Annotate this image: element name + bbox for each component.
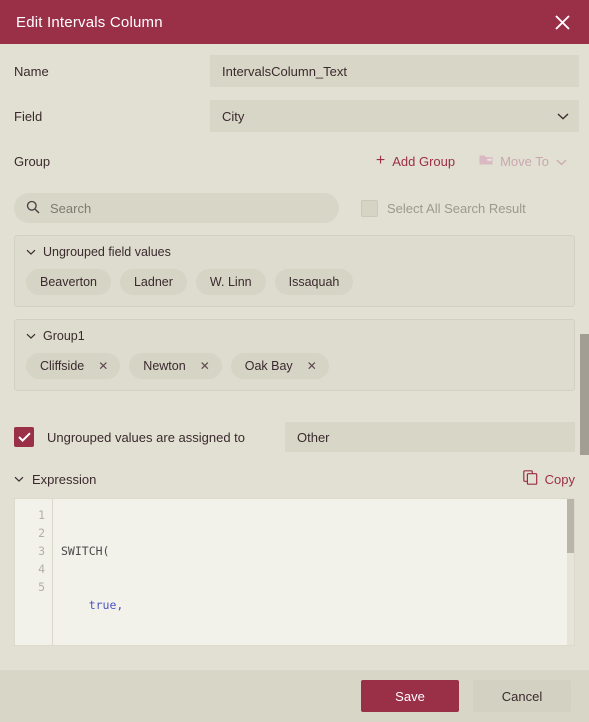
value-chip[interactable]: Beaverton bbox=[26, 269, 111, 295]
panel-header[interactable]: Ungrouped field values bbox=[26, 245, 563, 259]
chevron-down-icon bbox=[26, 249, 36, 256]
remove-chip-icon[interactable]: ✕ bbox=[304, 360, 320, 372]
add-group-label: Add Group bbox=[392, 153, 456, 169]
name-label: Name bbox=[14, 63, 49, 79]
select-all-checkbox[interactable] bbox=[361, 199, 378, 217]
expression-title[interactable]: Expression bbox=[14, 472, 96, 487]
remove-chip-icon[interactable]: ✕ bbox=[197, 360, 213, 372]
select-all-label: Select All Search Result bbox=[387, 200, 526, 216]
line-number: 2 bbox=[38, 526, 45, 540]
group-actions: + Add Group Move To bbox=[210, 145, 579, 177]
editor-scrollbar[interactable] bbox=[567, 499, 574, 645]
editor-scrollbar-thumb[interactable] bbox=[567, 499, 574, 553]
chip-list: Beaverton Ladner W. Linn Issaquah bbox=[26, 269, 563, 295]
code-line: true, bbox=[61, 596, 574, 614]
save-button[interactable]: Save bbox=[361, 680, 459, 712]
line-number: 3 bbox=[38, 544, 45, 558]
search-row: Search Select All Search Result bbox=[0, 193, 589, 223]
group-label: Group bbox=[14, 153, 51, 169]
copy-icon bbox=[522, 470, 538, 488]
value-chip[interactable]: Issaquah bbox=[274, 269, 354, 295]
add-group-button[interactable]: + Add Group bbox=[364, 148, 467, 174]
plus-icon: + bbox=[375, 152, 386, 169]
chevron-down-icon bbox=[557, 109, 569, 124]
field-select[interactable]: City bbox=[210, 100, 579, 132]
chip-list: Cliffside ✕ Newton ✕ Oak Bay ✕ bbox=[26, 353, 563, 379]
dialog-titlebar: Edit Intervals Column bbox=[0, 0, 589, 44]
panel-ungrouped: Ungrouped field values Beaverton Ladner … bbox=[14, 235, 575, 307]
editor-code[interactable]: SWITCH( true, In ('CustomerOrders'[City]… bbox=[53, 499, 574, 645]
code-line: SWITCH( bbox=[61, 542, 574, 560]
dialog-footer: Save Cancel bbox=[0, 670, 589, 722]
copy-button[interactable]: Copy bbox=[522, 470, 575, 488]
search-placeholder: Search bbox=[50, 200, 92, 216]
ungrouped-assign-checkbox[interactable] bbox=[14, 427, 34, 447]
code-line-1: SWITCH( bbox=[61, 544, 110, 558]
value-chip[interactable]: Oak Bay ✕ bbox=[230, 353, 329, 379]
chevron-down-icon bbox=[26, 333, 36, 340]
panel-group1: Group1 Cliffside ✕ Newton ✕ Oak Bay ✕ bbox=[14, 319, 575, 391]
chevron-down-icon bbox=[556, 154, 567, 169]
move-to-button[interactable]: Move To bbox=[467, 149, 579, 174]
line-number: 5 bbox=[38, 580, 45, 594]
value-chip[interactable]: W. Linn bbox=[195, 269, 266, 295]
group-row: Group + Add Group Move To bbox=[0, 143, 589, 179]
expression-editor[interactable]: 1 2 3 4 5 SWITCH( true, In ('CustomerOrd… bbox=[14, 498, 575, 646]
value-chip-label: Oak Bay bbox=[244, 359, 293, 373]
ungrouped-assign-row: Ungrouped values are assigned to Other bbox=[0, 422, 589, 452]
search-input[interactable]: Search bbox=[14, 193, 339, 223]
field-label: Field bbox=[14, 108, 43, 124]
value-chip[interactable]: Newton ✕ bbox=[129, 353, 222, 379]
editor-gutter: 1 2 3 4 5 bbox=[15, 499, 53, 645]
select-all-search-result[interactable]: Select All Search Result bbox=[361, 199, 526, 217]
remove-chip-icon[interactable]: ✕ bbox=[95, 360, 111, 372]
field-row: Field City bbox=[0, 98, 589, 134]
line-number: 1 bbox=[38, 508, 45, 522]
name-row: Name IntervalsColumn_Text bbox=[0, 53, 589, 89]
chevron-down-icon bbox=[14, 476, 24, 483]
expression-header: Expression Copy bbox=[0, 470, 589, 488]
line-number: 4 bbox=[38, 562, 45, 576]
value-chip[interactable]: Cliffside ✕ bbox=[26, 353, 121, 379]
panel-header[interactable]: Group1 bbox=[26, 329, 563, 343]
dialog-title: Edit Intervals Column bbox=[16, 13, 163, 31]
code-line-2: true, bbox=[61, 598, 124, 612]
value-chip-label: Newton bbox=[143, 359, 186, 373]
dialog-body: Name IntervalsColumn_Text Field City Gro… bbox=[0, 44, 589, 670]
value-chip[interactable]: Ladner bbox=[119, 269, 187, 295]
values-scrollbar[interactable] bbox=[580, 230, 589, 455]
field-select-value: City bbox=[222, 108, 245, 124]
move-to-icon bbox=[479, 154, 493, 169]
move-to-label: Move To bbox=[500, 153, 549, 169]
search-icon bbox=[26, 200, 40, 217]
group-panels: Ungrouped field values Beaverton Ladner … bbox=[0, 235, 589, 391]
ungrouped-assign-input[interactable]: Other bbox=[285, 422, 575, 452]
expression-title-label: Expression bbox=[32, 471, 97, 487]
name-input[interactable]: IntervalsColumn_Text bbox=[210, 55, 579, 87]
cancel-button[interactable]: Cancel bbox=[473, 680, 571, 712]
panel-title: Ungrouped field values bbox=[43, 245, 171, 259]
values-scrollbar-thumb[interactable] bbox=[580, 334, 589, 455]
value-chip-label: Cliffside bbox=[40, 359, 85, 373]
close-icon[interactable] bbox=[549, 9, 575, 35]
panel-title: Group1 bbox=[43, 329, 85, 343]
copy-label: Copy bbox=[544, 471, 575, 487]
ungrouped-assign-label: Ungrouped values are assigned to bbox=[47, 429, 246, 445]
check-icon bbox=[17, 432, 31, 442]
